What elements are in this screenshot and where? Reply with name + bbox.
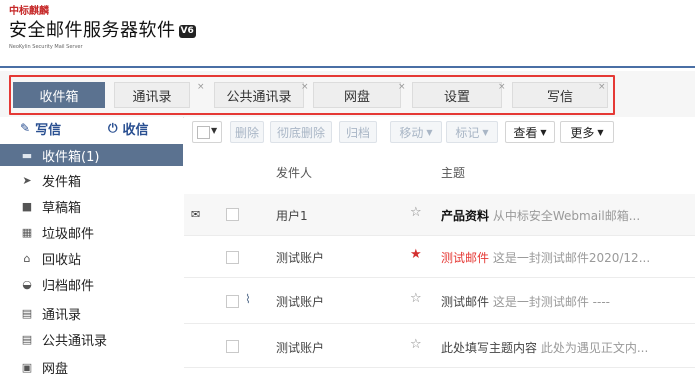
public-contacts-icon: ▤: [21, 332, 33, 346]
sidebar-item-archive[interactable]: ◒ 归档邮件: [0, 273, 183, 295]
mark-label: 标记: [455, 125, 480, 140]
row-checkbox[interactable]: [226, 340, 239, 353]
star-outline-icon[interactable]: ☆: [410, 205, 422, 220]
subject: 产品资料: [441, 209, 490, 223]
preview: 此处为遇见正文内...: [540, 341, 649, 355]
subject-preview: 产品资料 从中标安全Webmail邮箱...: [441, 207, 695, 224]
sidebar-item-public-contacts[interactable]: ▤ 公共通讯录: [0, 328, 183, 350]
sidebar-item-label: 网盘: [42, 361, 69, 377]
netdisk-icon: ▣: [21, 360, 33, 374]
table-row[interactable]: 测试账户 ★ 测试邮件 这是一封测试邮件2020/12...: [184, 236, 695, 278]
row-checkbox[interactable]: [226, 208, 239, 221]
more-button[interactable]: 更多 ▼: [560, 121, 614, 143]
sidebar-item-contacts[interactable]: ▤ 通讯录: [0, 302, 183, 324]
edit-icon: ✎: [20, 121, 31, 135]
chevron-down-icon: ▼: [540, 127, 547, 137]
sidebar-item-sent[interactable]: ➤ 发件箱: [0, 169, 183, 191]
table-row[interactable]: ✉ 用户1 ☆ 产品资料 从中标安全Webmail邮箱...: [184, 194, 695, 236]
spam-icon: ▦: [21, 225, 33, 239]
column-header-subject[interactable]: 主题: [441, 164, 465, 181]
compose-label: 写信: [35, 122, 62, 138]
more-label: 更多: [570, 125, 595, 140]
sidebar-item-drafts[interactable]: ■ 草稿箱: [0, 195, 183, 217]
send-icon: ➤: [22, 173, 32, 187]
move-button[interactable]: 移动 ▼: [390, 121, 442, 143]
column-header-sender[interactable]: 发件人: [276, 164, 312, 181]
sidebar-item-label: 发件箱: [42, 174, 82, 190]
delete-label: 删除: [234, 125, 259, 140]
view-button[interactable]: 查看 ▼: [505, 121, 555, 143]
archive-icon: ◒: [22, 277, 32, 291]
preview: 这是一封测试邮件 ----: [492, 295, 610, 309]
subject: 此处填写主题内容: [441, 341, 538, 355]
mark-button[interactable]: 标记 ▼: [446, 121, 498, 143]
sidebar-item-label: 回收站: [42, 252, 82, 268]
sidebar-item-label: 公共通讯录: [42, 333, 108, 349]
sender: 测试账户: [276, 251, 325, 265]
archive-label: 归档: [345, 125, 370, 140]
sidebar-item-spam[interactable]: ▦ 垃圾邮件: [0, 221, 183, 243]
permanent-delete-button[interactable]: 彻底删除: [270, 121, 332, 143]
receive-button[interactable]: ⏻ 收信: [108, 117, 149, 139]
sender: 测试账户: [276, 341, 325, 355]
table-row[interactable]: 测试账户 ☆ 此处填写主题内容 此处为遇见正文内...: [184, 324, 695, 368]
inbox-icon: ▬: [21, 148, 33, 162]
subject: 测试邮件: [441, 295, 490, 309]
sidebar-item-inbox[interactable]: ▬ 收件箱(1): [0, 144, 183, 166]
sidebar-item-trash[interactable]: ⌂ 回收站: [0, 247, 183, 269]
header-divider: [0, 66, 695, 68]
row-checkbox[interactable]: [226, 251, 239, 264]
sidebar-item-label: 草稿箱: [42, 200, 82, 216]
sidebar-item-label: 归档邮件: [42, 278, 95, 294]
contacts-icon: ▤: [21, 306, 33, 320]
power-icon: ⏻: [108, 120, 118, 135]
highlight-box: [9, 75, 615, 115]
permanent-delete-label: 彻底删除: [276, 125, 325, 140]
version-badge: V6: [178, 24, 196, 38]
sender: 测试账户: [276, 295, 325, 309]
brand-subtitle: NeoKylin Security Mail Server: [9, 44, 83, 50]
compose-button[interactable]: ✎ 写信: [20, 117, 61, 139]
preview: 这是一封测试邮件2020/12...: [492, 251, 651, 265]
brand-logo: 中标麒麟 安全邮件服务器软件 V6 NeoKylin Security Mail…: [9, 6, 309, 66]
archive-button[interactable]: 归档: [339, 121, 377, 143]
attachment-icon: ⌇: [245, 292, 251, 306]
chevron-down-icon: ▼: [426, 127, 433, 137]
receive-label: 收信: [122, 122, 149, 138]
chevron-down-icon: ▼: [211, 126, 218, 135]
row-checkbox[interactable]: [226, 295, 239, 308]
envelope-icon: ✉: [191, 208, 201, 221]
select-all-dropdown[interactable]: ▼: [192, 121, 222, 143]
preview: 从中标安全Webmail邮箱...: [492, 209, 641, 223]
table-row[interactable]: ⌇ 测试账户 ☆ 测试邮件 这是一封测试邮件 ----: [184, 278, 695, 324]
sidebar-item-label: 垃圾邮件: [42, 226, 95, 242]
star-filled-icon[interactable]: ★: [410, 247, 422, 262]
draft-icon: ■: [21, 199, 33, 213]
subject-preview: 此处填写主题内容 此处为遇见正文内...: [441, 339, 695, 356]
sidebar-item-netdisk[interactable]: ▣ 网盘: [0, 356, 183, 378]
sidebar-item-label: 收件箱(1): [42, 149, 100, 165]
view-label: 查看: [513, 125, 538, 140]
brand-title: 安全邮件服务器软件: [9, 20, 176, 41]
subject-preview: 测试邮件 这是一封测试邮件 ----: [441, 293, 695, 310]
star-outline-icon[interactable]: ☆: [410, 337, 422, 352]
delete-button[interactable]: 删除: [230, 121, 264, 143]
sender: 用户1: [276, 209, 308, 223]
sidebar-item-label: 通讯录: [42, 307, 82, 323]
subject: 测试邮件: [441, 251, 490, 265]
chevron-down-icon: ▼: [482, 127, 489, 137]
chevron-down-icon: ▼: [597, 127, 604, 137]
star-outline-icon[interactable]: ☆: [410, 291, 422, 306]
move-label: 移动: [399, 125, 424, 140]
brand-top: 中标麒麟: [9, 6, 49, 17]
trash-icon: ⌂: [23, 251, 31, 265]
subject-preview: 测试邮件 这是一封测试邮件2020/12...: [441, 249, 695, 266]
select-all-checkbox[interactable]: [197, 126, 210, 139]
